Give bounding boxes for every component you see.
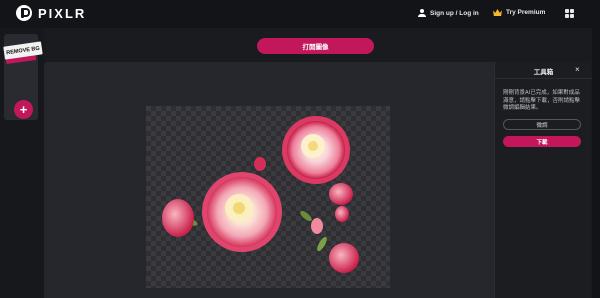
download-button[interactable]: 下載 <box>503 136 581 147</box>
add-image-button[interactable]: + <box>14 100 33 119</box>
premium-label: Try Premium <box>506 9 546 16</box>
flower-image <box>162 116 359 273</box>
signup-login-link[interactable]: Sign up / Log in <box>418 9 479 17</box>
signup-label: Sign up / Log in <box>430 9 479 17</box>
try-premium-link[interactable]: Try Premium <box>493 9 545 16</box>
panel-description: 剛剛背景AI已完成，如果對成品滿意，請點擊下載，否則請點擊微調編輯結果。 <box>503 90 581 111</box>
rose-large-left <box>202 172 282 252</box>
pixlr-logo[interactable]: PIXLR <box>16 5 86 21</box>
open-image-button[interactable]: 打開圖像 <box>257 38 374 54</box>
remove-bg-tool[interactable]: REMOVE BG + <box>3 34 43 120</box>
top-bar: PIXLR Sign up / Log in Try Premium <box>0 0 600 28</box>
toolbox-panel: 工具箱 × 剛剛背景AI已完成，如果對成品滿意，請點擊下載，否則請點擊微調編輯結… <box>494 62 592 298</box>
right-edge <box>592 28 600 298</box>
close-icon[interactable]: × <box>575 65 580 74</box>
rose-upper-right <box>282 116 350 184</box>
user-icon <box>418 9 426 17</box>
crown-icon <box>493 9 502 16</box>
apps-grid-icon[interactable] <box>565 9 574 18</box>
fine-tune-button[interactable]: 微調 <box>503 119 581 130</box>
panel-divider <box>495 78 592 79</box>
pixlr-logo-icon <box>16 5 32 21</box>
logo-text: PIXLR <box>38 5 87 21</box>
image-canvas[interactable] <box>146 106 390 288</box>
remove-bg-label: REMOVE BG <box>3 41 43 60</box>
left-sidebar: REMOVE BG + <box>0 28 44 298</box>
